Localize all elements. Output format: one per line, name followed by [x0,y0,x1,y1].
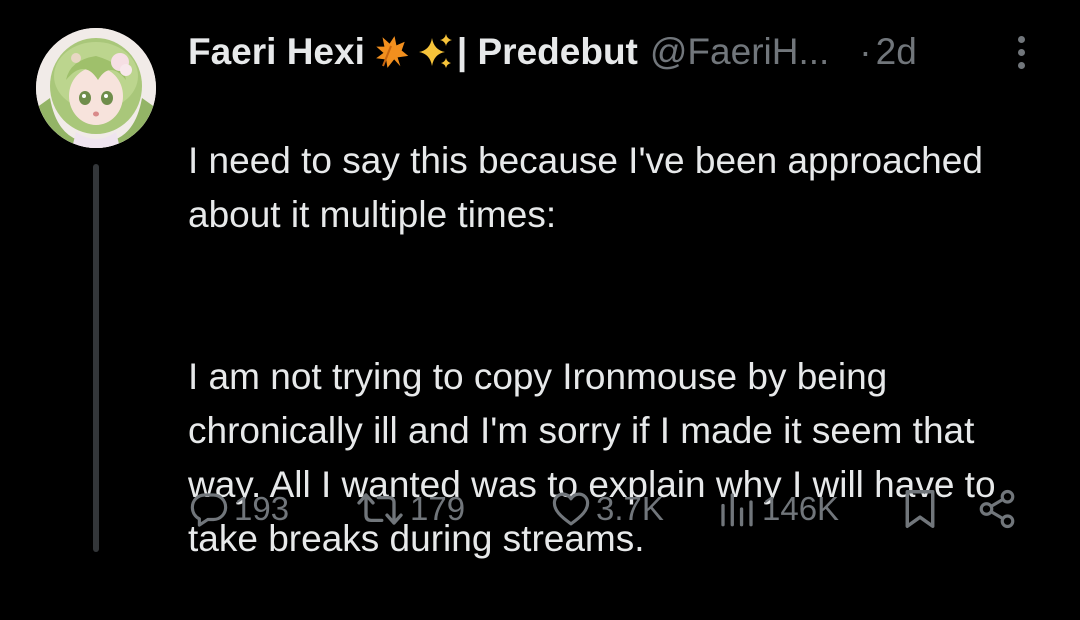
views-button[interactable]: 146K [716,484,839,534]
bookmark-button[interactable] [900,484,940,534]
sparkles-icon [417,32,453,72]
display-name[interactable]: Faeri Hexi [188,31,365,73]
retweet-button[interactable]: 179 [354,484,465,534]
like-count: 3.7K [596,490,664,527]
tweet[interactable]: Faeri Hexi | Predebut @FaeriH... · 2d I … [0,0,1080,559]
reply-count: 193 [234,490,290,527]
maple-leaf-icon [371,32,411,72]
reply-button[interactable]: 193 [188,484,289,534]
analytics-icon [721,493,753,527]
tweet-text: I need to say this because I've been app… [188,80,1048,620]
more-dot-icon [1017,35,1025,43]
timestamp[interactable]: 2d [876,31,917,73]
tweet-paragraph: I need to say this because I've been app… [188,140,983,235]
share-button[interactable] [976,484,1018,534]
tweet-header: Faeri Hexi | Predebut @FaeriH... · 2d [188,26,917,78]
user-handle[interactable]: @FaeriH... [650,31,829,73]
share-icon [979,489,1015,529]
heart-icon [552,492,590,526]
action-bar: 193 179 3.7K 146K [188,484,1028,534]
display-name-suffix: | Predebut [456,31,638,72]
more-dot-icon [1017,48,1025,56]
bookmark-icon [905,490,935,528]
more-options-button[interactable] [1004,30,1038,74]
thread-line [93,164,99,552]
more-dot-icon [1017,61,1025,69]
reply-icon [190,493,228,527]
views-count: 146K [762,490,840,527]
separator-dot: · [859,31,872,72]
avatar[interactable] [36,28,156,148]
retweet-count: 179 [410,490,466,527]
like-button[interactable]: 3.7K [550,484,664,534]
retweet-icon [357,493,403,525]
